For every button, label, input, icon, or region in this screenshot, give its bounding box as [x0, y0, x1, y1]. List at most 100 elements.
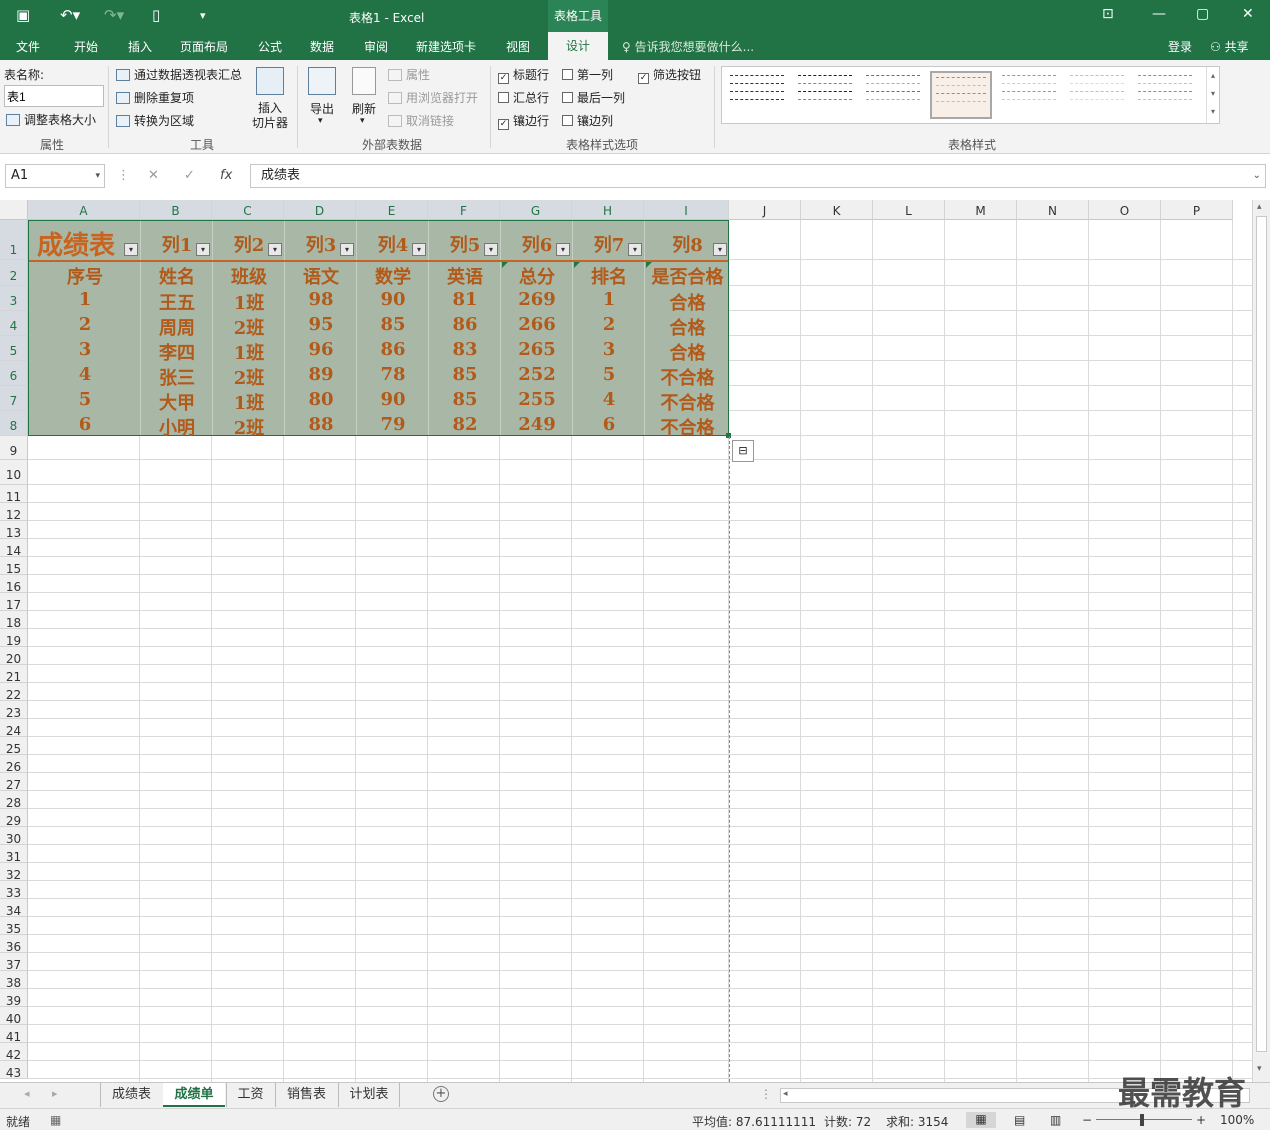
table-cell[interactable]: 5	[573, 364, 645, 385]
open-in-browser-button[interactable]: 用浏览器打开	[388, 89, 478, 106]
error-indicator-icon[interactable]	[646, 262, 652, 268]
column-header-c[interactable]: C	[212, 200, 284, 220]
tab-home[interactable]: 开始	[74, 38, 98, 55]
column-header-a[interactable]: A	[28, 200, 140, 220]
total-row-checkbox[interactable]: 汇总行	[498, 89, 549, 106]
row-header-37[interactable]: 37	[0, 953, 28, 972]
table-cell[interactable]: 79	[357, 414, 429, 435]
column-header-d[interactable]: D	[284, 200, 356, 220]
table-style-swatch[interactable]	[862, 71, 924, 119]
column-header-p[interactable]: P	[1161, 200, 1233, 220]
table-cell[interactable]: 合格	[645, 289, 730, 315]
column-header-j[interactable]: J	[729, 200, 801, 220]
filter-button-checkbox[interactable]: ✓ 筛选按钮	[638, 66, 701, 84]
table-cell[interactable]: 266	[501, 314, 573, 335]
table-cell[interactable]: 78	[357, 364, 429, 385]
table-cell[interactable]: 4	[573, 389, 645, 410]
export-button[interactable]: 导出	[310, 100, 334, 117]
splitter-icon[interactable]: ⋮	[760, 1087, 772, 1101]
table-cell[interactable]: 2班	[213, 414, 285, 440]
table-cell[interactable]: 80	[285, 389, 357, 410]
row-header-23[interactable]: 23	[0, 701, 28, 720]
row-header-4[interactable]: 4	[0, 311, 28, 336]
table-cell[interactable]: 张三	[141, 364, 213, 390]
customize-qat-icon[interactable]: ▾	[200, 9, 206, 22]
redo-icon[interactable]: ↷▾	[104, 6, 124, 24]
row-header-9[interactable]: 9	[0, 436, 28, 460]
row-header-14[interactable]: 14	[0, 539, 28, 558]
table-cell[interactable]: 96	[285, 339, 357, 360]
tab-review[interactable]: 审阅	[364, 38, 388, 55]
refresh-button[interactable]: 刷新	[352, 100, 376, 117]
table-cell[interactable]: 不合格	[645, 364, 730, 390]
gallery-scroll[interactable]: ▴ ▾ ▾	[1206, 67, 1219, 123]
table-cell[interactable]: 85	[429, 364, 501, 385]
macro-record-icon[interactable]: ▦	[50, 1113, 61, 1127]
first-column-checkbox[interactable]: 第一列	[562, 66, 613, 83]
table-cell[interactable]: 249	[501, 414, 573, 435]
table-cell[interactable]: 82	[429, 414, 501, 435]
table-cell[interactable]: 班级	[213, 263, 285, 289]
column-header-l[interactable]: L	[873, 200, 945, 220]
properties-button[interactable]: 属性	[388, 66, 430, 83]
table-cell[interactable]: 6	[573, 414, 645, 435]
table-cell[interactable]: 85	[429, 389, 501, 410]
last-column-checkbox[interactable]: 最后一列	[562, 89, 625, 106]
column-header-b[interactable]: B	[140, 200, 212, 220]
table-cell[interactable]: 98	[285, 289, 357, 310]
table-cell[interactable]: 265	[501, 339, 573, 360]
save-icon[interactable]: ▣	[16, 6, 30, 24]
table-style-swatch[interactable]	[1066, 71, 1128, 119]
table-cell[interactable]: 合格	[645, 314, 730, 340]
table-cell[interactable]: 小明	[141, 414, 213, 440]
row-header-18[interactable]: 18	[0, 611, 28, 630]
column-header-f[interactable]: F	[428, 200, 500, 220]
share-button[interactable]: ⚇ 共享	[1210, 38, 1249, 55]
row-header-25[interactable]: 25	[0, 737, 28, 756]
convert-to-range-button[interactable]: 转换为区域	[116, 112, 194, 129]
tab-file[interactable]: 文件	[16, 38, 40, 55]
filter-dropdown-icon[interactable]: ▾	[340, 243, 354, 256]
table-style-swatch[interactable]	[998, 71, 1060, 119]
column-header-h[interactable]: H	[572, 200, 644, 220]
row-header-16[interactable]: 16	[0, 575, 28, 594]
filter-dropdown-icon[interactable]: ▾	[484, 243, 498, 256]
maximize-button[interactable]: ▢	[1196, 6, 1209, 22]
table-cell[interactable]: 86	[357, 339, 429, 360]
export-dropdown-icon[interactable]: ▾	[318, 116, 323, 126]
unlink-button[interactable]: 取消链接	[388, 112, 454, 129]
row-header-3[interactable]: 3	[0, 286, 28, 311]
row-header-5[interactable]: 5	[0, 336, 28, 361]
banded-rows-checkbox[interactable]: ✓ 镶边行	[498, 112, 549, 130]
insert-slicer-label-2[interactable]: 切片器	[252, 114, 288, 131]
table-cell[interactable]: 语文	[285, 263, 357, 289]
row-header-30[interactable]: 30	[0, 827, 28, 846]
row-header-38[interactable]: 38	[0, 971, 28, 990]
table-cell[interactable]: 86	[429, 314, 501, 335]
table-cell[interactable]: 排名	[573, 263, 645, 289]
column-header-i[interactable]: I	[644, 200, 729, 220]
slicer-icon[interactable]	[256, 67, 284, 95]
next-sheet-icon[interactable]: ▸	[52, 1087, 58, 1100]
filter-dropdown-icon[interactable]: ▾	[556, 243, 570, 256]
row-header-31[interactable]: 31	[0, 845, 28, 864]
column-header-k[interactable]: K	[801, 200, 873, 220]
row-header-42[interactable]: 42	[0, 1043, 28, 1062]
data-table[interactable]: 成绩表 ▾ 列1 ▾ 列2 ▾ 列3 ▾ 列4 ▾ 列5 ▾ 列6 ▾ 列7 ▾ 列8 ▾ 序号 姓名 班级 语文 数学 英语…	[28, 220, 730, 439]
scroll-down-icon[interactable]: ▾	[1257, 1064, 1262, 1074]
row-header-24[interactable]: 24	[0, 719, 28, 738]
zoom-in-icon[interactable]: +	[1196, 1113, 1206, 1127]
row-header-32[interactable]: 32	[0, 863, 28, 882]
filter-dropdown-icon[interactable]: ▾	[124, 243, 138, 256]
row-header-1[interactable]: 1	[0, 220, 28, 260]
row-header-41[interactable]: 41	[0, 1025, 28, 1044]
table-cell[interactable]: 英语	[429, 263, 501, 289]
row-header-13[interactable]: 13	[0, 521, 28, 540]
table-cell[interactable]: 序号	[29, 263, 141, 289]
table-cell[interactable]: 95	[285, 314, 357, 335]
worksheet-grid[interactable]: A B C D E F G H I J K L M N O P 1 2 3 4 5 6 7 8 9 10 11 12 13 14 15 16 1…	[0, 200, 1252, 1082]
table-cell[interactable]: 数学	[357, 263, 429, 289]
formula-input[interactable]: 成绩表 ⌄	[250, 164, 1266, 188]
row-header-6[interactable]: 6	[0, 361, 28, 386]
table-cell[interactable]: 是否合格	[645, 263, 730, 289]
